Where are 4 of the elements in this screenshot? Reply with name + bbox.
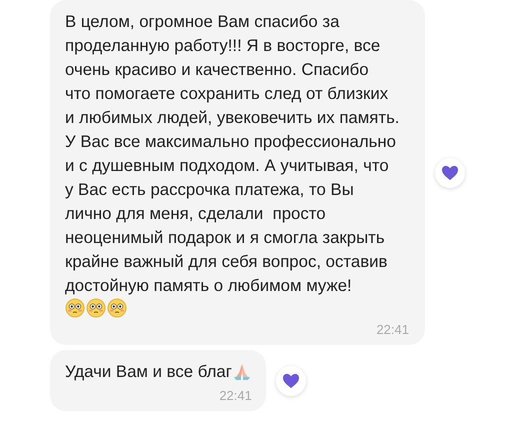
message-time: 22:41 (376, 322, 409, 337)
message-time: 22:41 (219, 388, 252, 403)
message-text: В целом, огромное Вам спасибо за проделанную работу!!! Я в восторге, все очень красиво и качественно. Спасибо что помогаете сохранить след от близких и любимых людей, увековечить их память. У Вас все максимально профессионально и с душевным подходом. А учитывая, что у Вас есть рассрочка платежа, то Вы лично для меня, сделали просто неоценимый подарок и я смогла закрыть крайне важный для себя вопрос, оставив достойную память о любимом муже! (65, 11, 400, 297)
message-text: Удачи Вам и все благ (65, 361, 232, 383)
